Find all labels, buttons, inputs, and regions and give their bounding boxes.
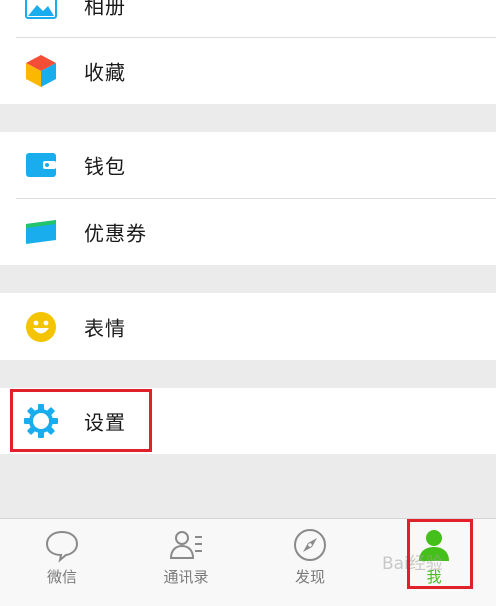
menu-item-label: 相册 bbox=[84, 0, 126, 19]
menu-group-2: 钱包 优惠券 bbox=[0, 132, 496, 265]
tab-label: 发现 bbox=[294, 568, 325, 586]
menu-item-label: 设置 bbox=[84, 410, 126, 435]
tab-contacts[interactable]: 通讯录 bbox=[124, 519, 248, 606]
tab-wechat[interactable]: 微信 bbox=[0, 519, 124, 606]
menu-item-label: 收藏 bbox=[84, 60, 126, 85]
menu-item-favorites[interactable]: 收藏 bbox=[0, 38, 496, 104]
menu-item-stickers[interactable]: 表情 bbox=[0, 293, 496, 360]
menu-item-coupons[interactable]: 优惠券 bbox=[0, 198, 496, 265]
wallet-icon bbox=[24, 148, 58, 182]
menu-group-3: 表情 bbox=[0, 293, 496, 360]
favorites-cube-icon bbox=[24, 54, 58, 88]
menu-item-wallet[interactable]: 钱包 bbox=[0, 132, 496, 198]
tab-discover[interactable]: 发现 bbox=[248, 519, 372, 606]
tab-label: 微信 bbox=[46, 568, 77, 586]
chat-bubble-icon bbox=[44, 527, 80, 563]
menu-group-4: 设置 bbox=[0, 388, 496, 454]
album-icon bbox=[24, 0, 58, 22]
compass-icon bbox=[292, 527, 328, 563]
menu-item-label: 表情 bbox=[84, 316, 126, 340]
menu-item-settings[interactable]: 设置 bbox=[0, 388, 496, 454]
smiley-face-icon bbox=[24, 310, 58, 344]
tab-label: 通讯录 bbox=[163, 568, 209, 586]
contacts-icon bbox=[168, 527, 204, 563]
menu-group-1: 相册 收藏 bbox=[0, 0, 496, 104]
coupon-card-icon bbox=[24, 215, 58, 249]
gear-icon bbox=[24, 404, 58, 438]
baidu-watermark: Bai经验 bbox=[382, 554, 443, 574]
menu-item-label: 优惠券 bbox=[84, 221, 147, 245]
menu-item-label: 钱包 bbox=[84, 154, 126, 179]
menu-item-album[interactable]: 相册 bbox=[0, 0, 496, 38]
